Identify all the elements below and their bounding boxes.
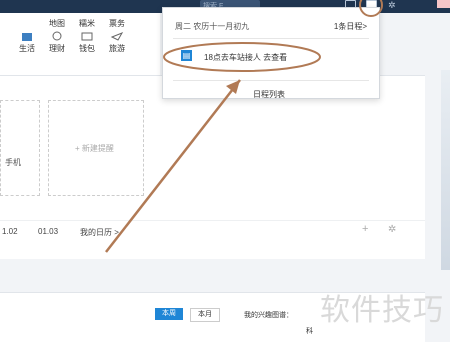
annotation-ellipse (163, 42, 321, 72)
annotation-circle (359, 0, 383, 17)
annotation-arrow-line (105, 79, 241, 253)
annotation-arrow-head (226, 80, 240, 94)
annotation-overlay (105, 0, 383, 253)
